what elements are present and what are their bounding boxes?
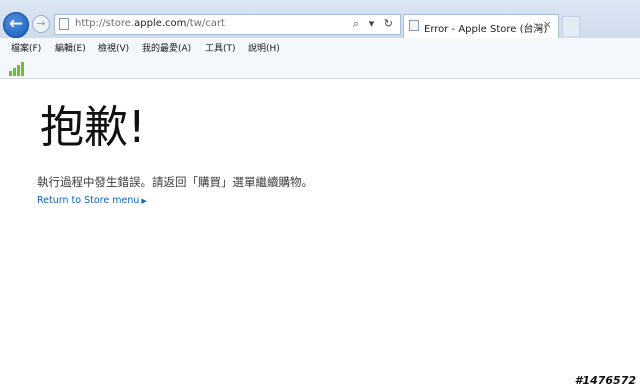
- menu-file[interactable]: 檔案(F): [11, 41, 41, 54]
- menu-favorites[interactable]: 我的最愛(A): [142, 41, 191, 54]
- menu-tools[interactable]: 工具(T): [205, 41, 236, 54]
- page-icon: [59, 18, 69, 30]
- tab-error-apple-store[interactable]: Error - Apple Store (台灣) ×: [403, 14, 559, 38]
- url-path: /tw/cart: [186, 18, 225, 29]
- menu-edit[interactable]: 編輯(E): [55, 41, 86, 54]
- new-tab-button[interactable]: [562, 16, 580, 36]
- menu-bar: 檔案(F) 編輯(E) 檢視(V) 我的最愛(A) 工具(T) 說明(H): [0, 38, 640, 57]
- page-icon: [409, 20, 419, 31]
- page-title: 抱歉!: [40, 102, 146, 153]
- tab-title: Error - Apple Store (台灣): [424, 24, 548, 35]
- address-bar[interactable]: http://store.apple.com/tw/cart ⌕ ▾ ↻: [54, 14, 401, 35]
- error-message: 執行過程中發生錯誤。請返回「購買」選單繼續購物。: [37, 175, 313, 189]
- back-button[interactable]: ←: [3, 12, 29, 38]
- menu-view[interactable]: 檢視(V): [98, 41, 129, 54]
- back-arrow-icon: ←: [8, 14, 24, 34]
- url-domain: apple.com: [134, 18, 187, 29]
- close-icon[interactable]: ×: [543, 18, 552, 31]
- watermark: #1476572: [574, 374, 636, 387]
- arrow-right-icon: ▶: [141, 197, 147, 205]
- forward-button[interactable]: →: [32, 15, 50, 33]
- forward-arrow-icon: →: [36, 17, 46, 30]
- url-prefix: http://store.: [75, 18, 135, 29]
- toolbar: [0, 57, 640, 79]
- signal-bars-icon[interactable]: [9, 61, 27, 76]
- url-text[interactable]: http://store.apple.com/tw/cart: [75, 18, 225, 29]
- return-link-label: Return to Store menu: [37, 195, 140, 206]
- menu-help[interactable]: 說明(H): [248, 41, 280, 54]
- search-refresh-icons[interactable]: ⌕ ▾ ↻: [353, 17, 396, 31]
- return-to-store-link[interactable]: Return to Store menu ▶: [37, 195, 147, 206]
- browser-chrome: ← → http://store.apple.com/tw/cart ⌕ ▾ ↻…: [0, 0, 640, 39]
